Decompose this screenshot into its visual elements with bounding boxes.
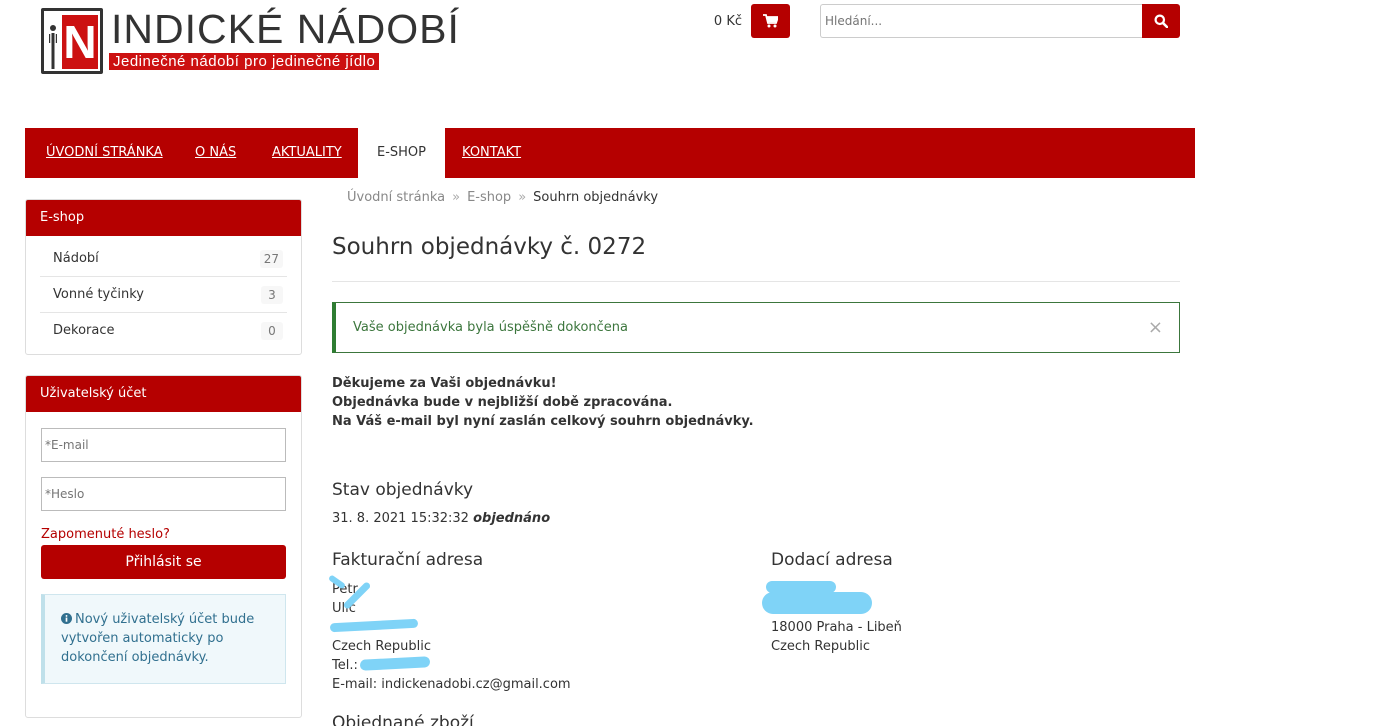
category-item-dekorace[interactable]: Dekorace 0 — [40, 313, 287, 349]
logo-mark: N — [41, 8, 103, 74]
shipping-address-heading: Dodací adresa — [771, 550, 893, 570]
cart-button[interactable] — [751, 4, 790, 38]
success-alert: Vaše objednávka byla úspěšně dokončena × — [332, 302, 1180, 353]
password-field[interactable] — [41, 477, 286, 511]
category-item-nadobi[interactable]: Nádobí 27 — [40, 241, 287, 277]
search-input[interactable] — [820, 4, 1142, 38]
fork-icon — [49, 25, 57, 69]
logo-title: INDICKÉ NÁDOBÍ — [111, 6, 460, 52]
ordered-items-heading: Objednané zboží — [332, 713, 474, 726]
breadcrumb-current: Souhrn objednávky — [533, 190, 659, 205]
main-nav: ÚVODNÍ STRÁNKA O NÁS AKTUALITY E-SHOP KO… — [25, 128, 1195, 178]
category-label: Dekorace — [53, 323, 115, 338]
billing-country: Czech Republic — [332, 639, 431, 654]
order-status-value: objednáno — [473, 511, 551, 526]
nav-item-news[interactable]: AKTUALITY — [272, 128, 342, 178]
redaction-scribble — [762, 592, 872, 614]
nav-item-contact[interactable]: KONTAKT — [462, 128, 521, 178]
thank-you-message: Děkujeme za Vaši objednávku! Objednávka … — [332, 374, 754, 431]
info-circle-icon — [61, 613, 72, 624]
search-button[interactable] — [1142, 4, 1180, 38]
cart-total[interactable]: 0 Kč — [690, 14, 742, 29]
breadcrumb-separator: » — [452, 190, 461, 205]
thank-you-line: Na Váš e-mail byl nyní zaslán celkový so… — [332, 414, 754, 429]
new-account-info: Nový uživatelský účet bude vytvořen auto… — [41, 594, 286, 684]
thank-you-line: Objednávka bude v nejbližší době zpracov… — [332, 395, 673, 410]
shipping-country: Czech Republic — [771, 639, 870, 654]
logo-letter: N — [62, 15, 98, 69]
success-alert-text: Vaše objednávka byla úspěšně dokončena — [353, 320, 628, 335]
category-count-badge: 0 — [261, 322, 283, 340]
nav-item-eshop[interactable]: E-SHOP — [358, 128, 446, 178]
billing-address: Petr Ulic Czech Republic Tel.: E-mail: i… — [332, 580, 571, 694]
shipping-city: 18000 Praha - Libeň — [771, 620, 902, 635]
order-status-line: 31. 8. 2021 15:32:32 objednáno — [332, 511, 550, 526]
account-panel-title: Uživatelský účet — [26, 376, 301, 412]
new-account-info-text: Nový uživatelský účet bude vytvořen auto… — [61, 612, 255, 665]
order-status-date: 31. 8. 2021 15:32:32 — [332, 511, 469, 526]
close-icon[interactable]: × — [1148, 303, 1163, 352]
category-label: Vonné tyčinky — [53, 287, 144, 302]
logo[interactable]: N INDICKÉ NÁDOBÍ Jedinečné nádobí pro je… — [41, 8, 459, 78]
email-field[interactable] — [41, 428, 286, 462]
divider — [332, 281, 1180, 282]
search-icon — [1154, 14, 1168, 28]
nav-item-about[interactable]: O NÁS — [195, 128, 236, 178]
billing-email: E-mail: indickenadobi.cz@gmail.com — [332, 677, 571, 692]
page-title: Souhrn objednávky č. 0272 — [332, 234, 647, 260]
breadcrumb: Úvodní stránka » E-shop » Souhrn objednávky — [347, 190, 658, 205]
category-label: Nádobí — [53, 251, 99, 266]
category-item-vonne-tycinky[interactable]: Vonné tyčinky 3 — [40, 277, 287, 313]
shopping-cart-icon — [763, 14, 778, 28]
breadcrumb-separator: » — [518, 190, 527, 205]
order-status-heading: Stav objednávky — [332, 480, 474, 500]
billing-street: Ulic — [332, 601, 356, 616]
account-panel: Uživatelský účet Zapomenuté heslo? Přihl… — [25, 375, 302, 718]
breadcrumb-eshop[interactable]: E-shop — [467, 190, 511, 205]
category-count-badge: 27 — [259, 250, 283, 268]
eshop-panel-title: E-shop — [26, 200, 301, 236]
nav-item-home[interactable]: ÚVODNÍ STRÁNKA — [46, 128, 163, 178]
category-count-badge: 3 — [261, 286, 283, 304]
billing-address-heading: Fakturační adresa — [332, 550, 484, 570]
thank-you-line: Děkujeme za Vaši objednávku! — [332, 376, 557, 391]
login-button[interactable]: Přihlásit se — [41, 545, 286, 579]
breadcrumb-home[interactable]: Úvodní stránka — [347, 190, 445, 205]
eshop-panel: E-shop Nádobí 27 Vonné tyčinky 3 Dekorac… — [25, 199, 302, 355]
forgot-password-link[interactable]: Zapomenuté heslo? — [41, 527, 170, 542]
logo-tagline: Jedinečné nádobí pro jedinečné jídlo — [109, 53, 380, 70]
